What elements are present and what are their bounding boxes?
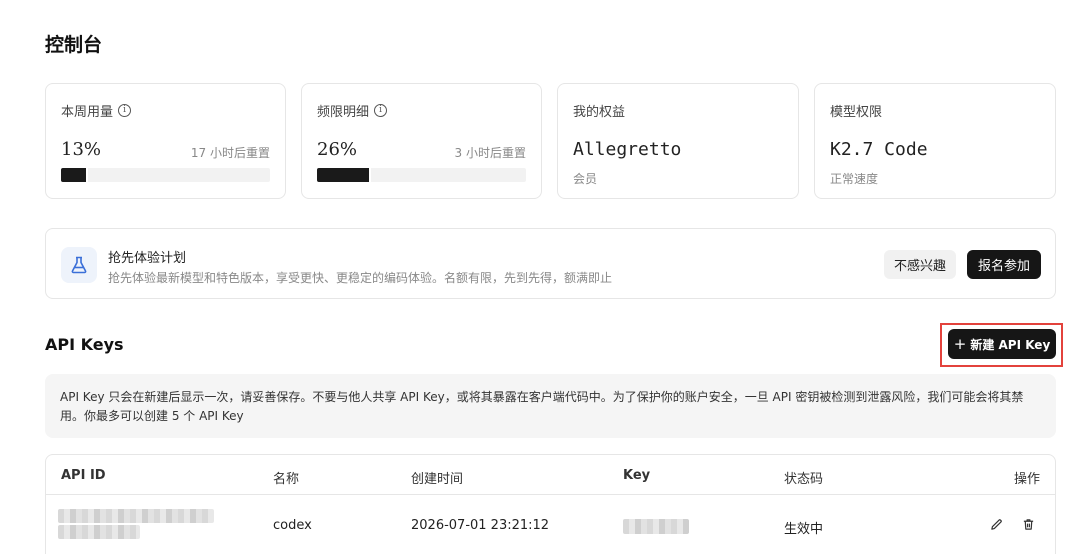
redacted-key — [623, 519, 689, 534]
table-header: API ID 名称 创建时间 Key 状态码 操作 — [46, 455, 1055, 495]
trash-icon[interactable] — [1020, 516, 1036, 532]
join-button[interactable]: 报名参加 — [967, 250, 1041, 279]
row-created: 2026-07-01 23:21:12 — [411, 518, 550, 533]
row-status: 生效中 — [784, 522, 824, 537]
col-name: 名称 — [273, 472, 300, 487]
weekly-usage-label: 本周用量 — [61, 105, 114, 120]
page-title: 控制台 — [45, 34, 103, 56]
model-permission-label: 模型权限 — [830, 105, 883, 120]
new-api-key-label: 新建 API Key — [970, 337, 1051, 352]
benefits-value: Allegretto — [573, 139, 682, 160]
table-row: codex 2026-07-01 23:21:12 生效中 — [46, 495, 1055, 554]
rate-limit-label: 频限明细 — [317, 105, 370, 120]
benefits-sub: 会员 — [573, 172, 598, 186]
api-key-notice: API Key 只会在新建后显示一次，请妥善保存。不要与他人共享 API Key… — [45, 374, 1056, 438]
redacted-api-id — [58, 509, 214, 523]
flask-icon — [61, 247, 97, 283]
rate-limit-bar-fill — [317, 168, 372, 182]
rate-limit-card: 频限明细 i 26% 3 小时后重置 — [301, 83, 542, 199]
info-icon[interactable]: i — [374, 104, 388, 117]
redacted-api-id — [58, 525, 140, 539]
new-api-key-button[interactable]: + 新建 API Key — [948, 329, 1056, 359]
not-interested-button[interactable]: 不感兴趣 — [884, 250, 956, 279]
info-icon[interactable]: i — [118, 104, 132, 117]
model-permission-card: 模型权限 K2.7 Code 正常速度 — [814, 83, 1056, 199]
plus-icon: + — [953, 335, 967, 353]
col-status: 状态码 — [784, 472, 824, 487]
weekly-usage-reset: 17 小时后重置 — [190, 146, 270, 160]
weekly-usage-bar-fill — [61, 168, 89, 182]
rate-limit-value: 26% — [317, 139, 358, 160]
rate-limit-reset: 3 小时后重置 — [454, 146, 526, 160]
benefits-card: 我的权益 Allegretto 会员 — [557, 83, 799, 199]
col-key: Key — [623, 468, 651, 483]
weekly-usage-value: 13% — [61, 139, 102, 160]
col-api-id: API ID — [61, 468, 106, 483]
edit-icon[interactable] — [988, 516, 1004, 532]
rate-limit-bar — [317, 168, 526, 182]
benefits-label: 我的权益 — [573, 105, 626, 120]
weekly-usage-bar — [61, 168, 270, 182]
row-name: codex — [273, 518, 312, 533]
api-keys-title: API Keys — [45, 335, 124, 354]
model-permission-sub: 正常速度 — [830, 172, 879, 186]
early-access-title: 抢先体验计划 — [108, 251, 187, 266]
col-actions: 操作 — [1013, 472, 1040, 487]
early-access-description: 抢先体验最新模型和特色版本，享受更快、更稳定的编码体验。名额有限，先到先得，额满… — [108, 271, 613, 285]
col-created: 创建时间 — [411, 472, 464, 487]
api-keys-table: API ID 名称 创建时间 Key 状态码 操作 codex 2026-07-… — [45, 454, 1056, 554]
weekly-usage-card: 本周用量 i 13% 17 小时后重置 — [45, 83, 286, 199]
model-permission-value: K2.7 Code — [830, 139, 928, 160]
